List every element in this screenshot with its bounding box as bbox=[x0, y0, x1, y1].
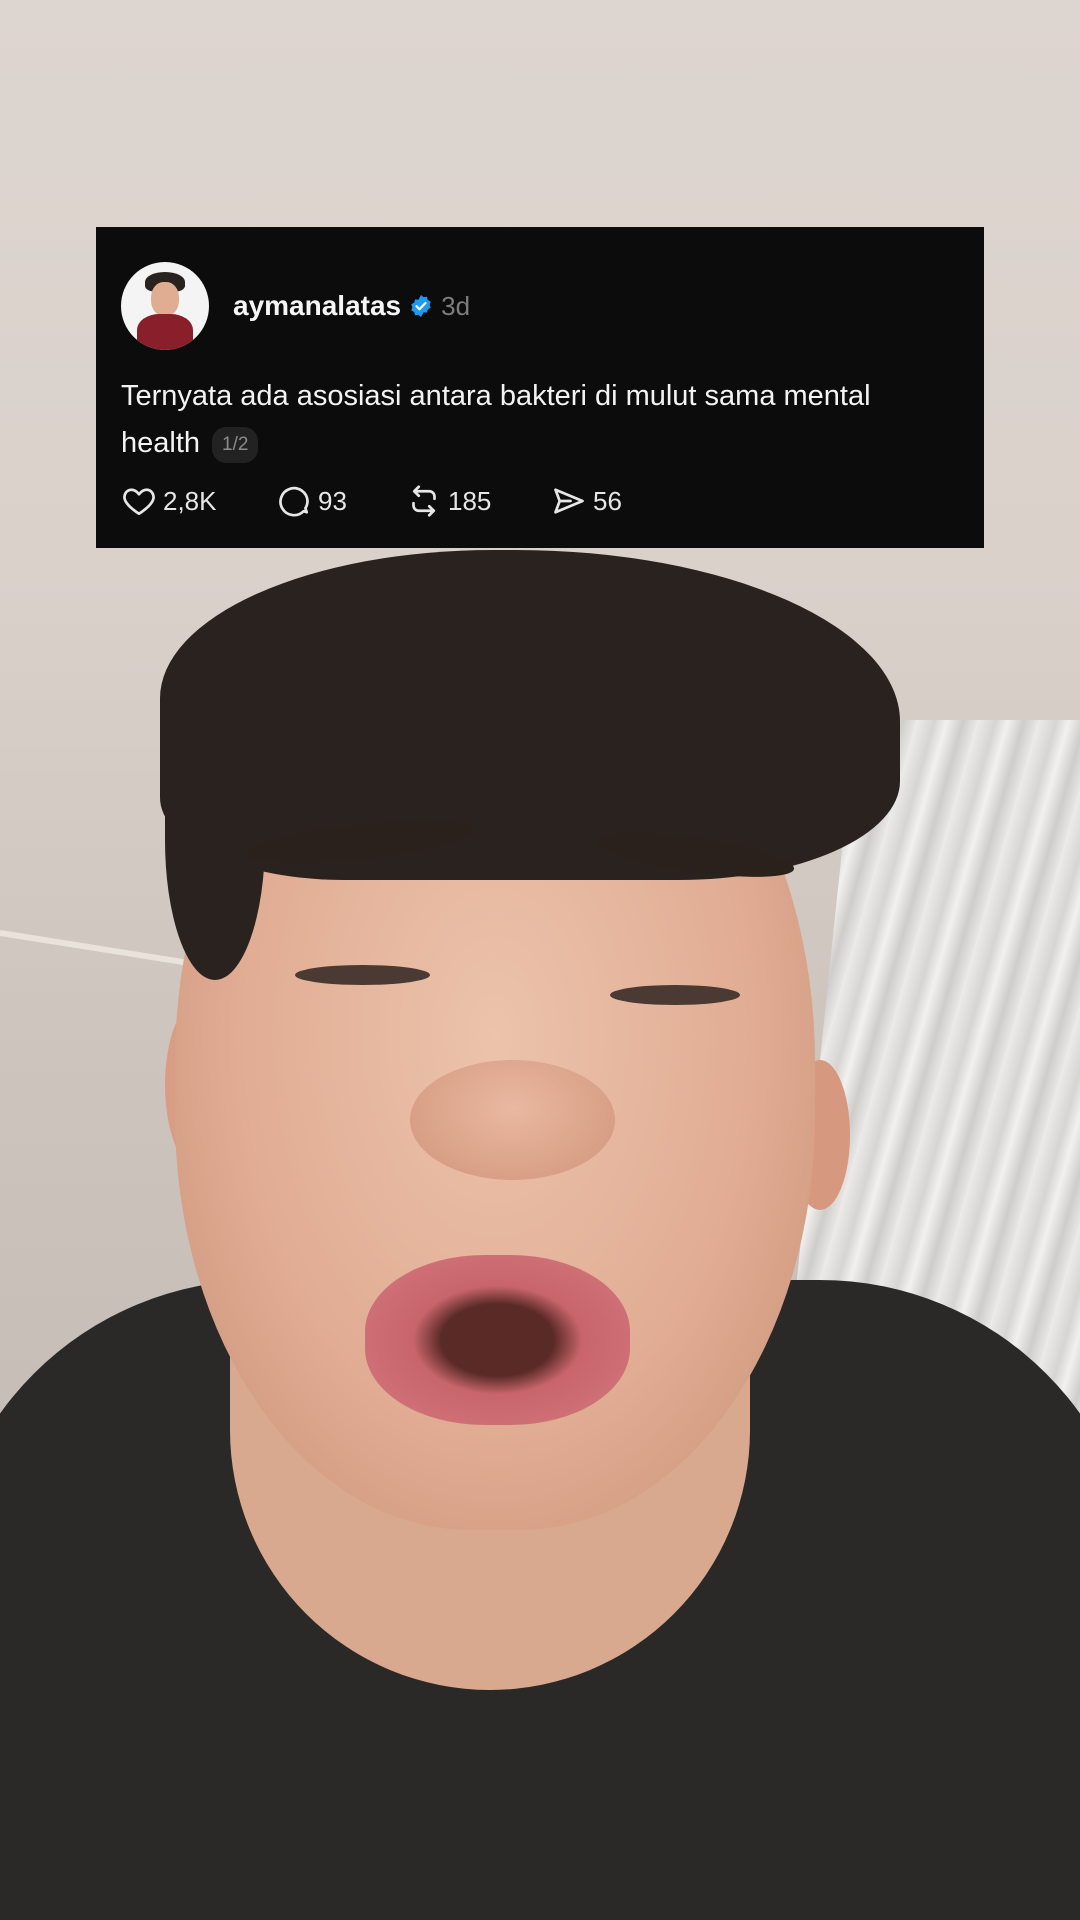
hair-side bbox=[165, 700, 265, 980]
avatar[interactable] bbox=[121, 262, 209, 350]
reply-button[interactable]: 93 bbox=[276, 483, 406, 519]
threads-post-card[interactable]: aymanalatas 3d Ternyata ada asosiasi ant… bbox=[96, 227, 984, 548]
avatar-body bbox=[137, 314, 193, 350]
repost-count: 185 bbox=[448, 485, 492, 516]
post-time: 3d bbox=[441, 290, 471, 321]
nose bbox=[410, 1060, 615, 1180]
reply-count: 93 bbox=[318, 485, 347, 516]
mouth bbox=[365, 1255, 630, 1425]
heart-icon bbox=[123, 488, 155, 516]
repost-icon bbox=[412, 485, 436, 517]
share-count: 56 bbox=[593, 485, 622, 516]
right-eye bbox=[610, 985, 740, 1005]
post-actions: 2,8K 93 185 56 bbox=[121, 481, 956, 521]
video-stage: aymanalatas 3d Ternyata ada asosiasi ant… bbox=[0, 0, 1080, 1920]
avatar-face bbox=[151, 282, 179, 316]
verified-badge-icon bbox=[409, 294, 433, 318]
share-button[interactable]: 56 bbox=[551, 483, 622, 519]
send-icon bbox=[554, 488, 584, 514]
repost-button[interactable]: 185 bbox=[406, 483, 551, 519]
like-count: 2,8K bbox=[163, 485, 217, 516]
hair bbox=[160, 550, 900, 880]
username[interactable]: aymanalatas bbox=[233, 290, 401, 322]
left-eye bbox=[295, 965, 430, 985]
post-body: Ternyata ada asosiasi antara bakteri di … bbox=[121, 373, 956, 467]
like-button[interactable]: 2,8K bbox=[121, 483, 276, 519]
thread-page-indicator: 1/2 bbox=[212, 427, 259, 463]
post-header: aymanalatas 3d bbox=[121, 261, 956, 351]
speech-bubble-icon bbox=[279, 486, 309, 517]
